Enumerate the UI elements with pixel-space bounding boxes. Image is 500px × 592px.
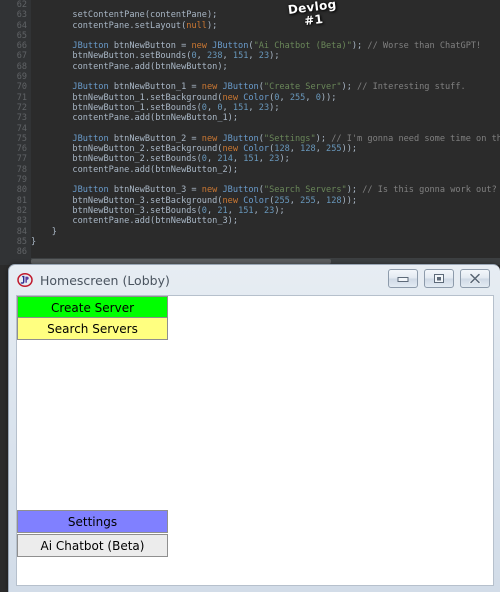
jbutton-search-servers[interactable]: Search Servers	[17, 317, 168, 340]
line-number: 78	[16, 164, 27, 175]
line-number: 83	[16, 216, 27, 227]
line-number: 65	[16, 30, 27, 41]
line-number: 84	[16, 226, 27, 237]
code-line: contentPane.add(btnNewButton_3);	[72, 216, 239, 227]
line-number: 73	[16, 113, 27, 124]
maximize-icon	[432, 269, 446, 288]
line-number: 69	[16, 72, 27, 83]
code-line: JButton btnNewButton_1 = new JButton("Cr…	[72, 82, 466, 93]
window-titlebar[interactable]: Homescreen (Lobby)	[9, 265, 500, 295]
line-number: 63	[16, 10, 27, 21]
jbutton-label: Ai Chatbot (Beta)	[40, 538, 145, 553]
jbutton-label: Create Server	[50, 300, 135, 315]
close-button[interactable]	[460, 269, 490, 288]
code-line: setContentPane(contentPane);	[72, 10, 218, 21]
line-number-gutter: 62 63 64 65 66 67 68 69 70 71 72 73 74 75 76 77 78 79 80 81…	[0, 0, 31, 265]
line-number: 77	[16, 154, 27, 165]
code-line: contentPane.add(btnNewButton);	[72, 61, 228, 72]
jbutton-create-server[interactable]: Create Server	[17, 296, 168, 319]
code-editor[interactable]: 62 63 64 65 66 67 68 69 70 71 72 73 74 75 76 77 78 79 80 81…	[0, 0, 500, 265]
window-content-pane: Create Server Search Servers Settings Ai Ch…	[16, 295, 494, 586]
code-line: }	[31, 236, 37, 247]
line-number: 85	[16, 236, 27, 247]
line-number: 71	[16, 92, 27, 103]
code-line: JButton btnNewButton_3 = new JButton("Se…	[72, 185, 497, 196]
line-number: 67	[16, 51, 27, 62]
line-number: 82	[16, 205, 27, 216]
java-coffee-cup-icon	[17, 272, 33, 288]
code-line: JButton btnNewButton_2 = new JButton("Se…	[72, 133, 500, 144]
jbutton-ai-chatbot[interactable]: Ai Chatbot (Beta)	[17, 534, 168, 557]
line-number: 64	[16, 20, 27, 31]
line-number: 70	[16, 82, 27, 93]
jbutton-label: Settings	[67, 514, 118, 529]
line-number: 79	[16, 175, 27, 186]
line-number: 76	[16, 144, 27, 155]
code-line: btnNewButton_1.setBounds(0, 0, 151, 23);	[72, 102, 280, 113]
code-line: btnNewButton_3.setBackground(new Color(2…	[72, 195, 358, 206]
window-title: Homescreen (Lobby)	[40, 272, 170, 288]
window-controls	[388, 269, 490, 288]
code-line: btnNewButton.setBounds(0, 238, 151, 23);	[72, 51, 280, 62]
code-line: btnNewButton_2.setBounds(0, 214, 151, 23…	[72, 154, 290, 165]
code-line: JButton btnNewButton = new JButton("Ai C…	[72, 41, 482, 52]
line-number: 75	[16, 133, 27, 144]
screenshot-root: 62 63 64 65 66 67 68 69 70 71 72 73 74 75 76 77 78 79 80 81…	[0, 0, 500, 592]
code-line: contentPane.add(btnNewButton_1);	[72, 113, 239, 124]
code-line: btnNewButton_2.setBackground(new Color(1…	[72, 144, 358, 155]
code-text[interactable]: setContentPane(contentPane); contentPane…	[31, 0, 500, 265]
line-number: 86	[16, 247, 27, 258]
line-number: 62	[16, 0, 27, 10]
code-line: btnNewButton_1.setBackground(new Color(0…	[72, 92, 337, 103]
minimize-icon	[396, 269, 410, 288]
line-number: 72	[16, 102, 27, 113]
line-number: 74	[16, 123, 27, 134]
line-number: 66	[16, 41, 27, 52]
maximize-button[interactable]	[424, 269, 454, 288]
application-window: Homescreen (Lobby) Create Server Search …	[8, 264, 500, 592]
jbutton-label: Search Servers	[47, 321, 138, 336]
line-number: 81	[16, 195, 27, 206]
code-line: contentPane.setLayout(null);	[72, 20, 218, 31]
line-number: 68	[16, 61, 27, 72]
close-icon	[468, 269, 482, 288]
minimize-button[interactable]	[388, 269, 418, 288]
line-number: 80	[16, 185, 27, 196]
code-line: }	[31, 226, 57, 237]
jbutton-settings[interactable]: Settings	[17, 510, 168, 533]
code-line: contentPane.add(btnNewButton_2);	[72, 164, 239, 175]
code-line: btnNewButton_3.setBounds(0, 21, 151, 23)…	[72, 205, 285, 216]
